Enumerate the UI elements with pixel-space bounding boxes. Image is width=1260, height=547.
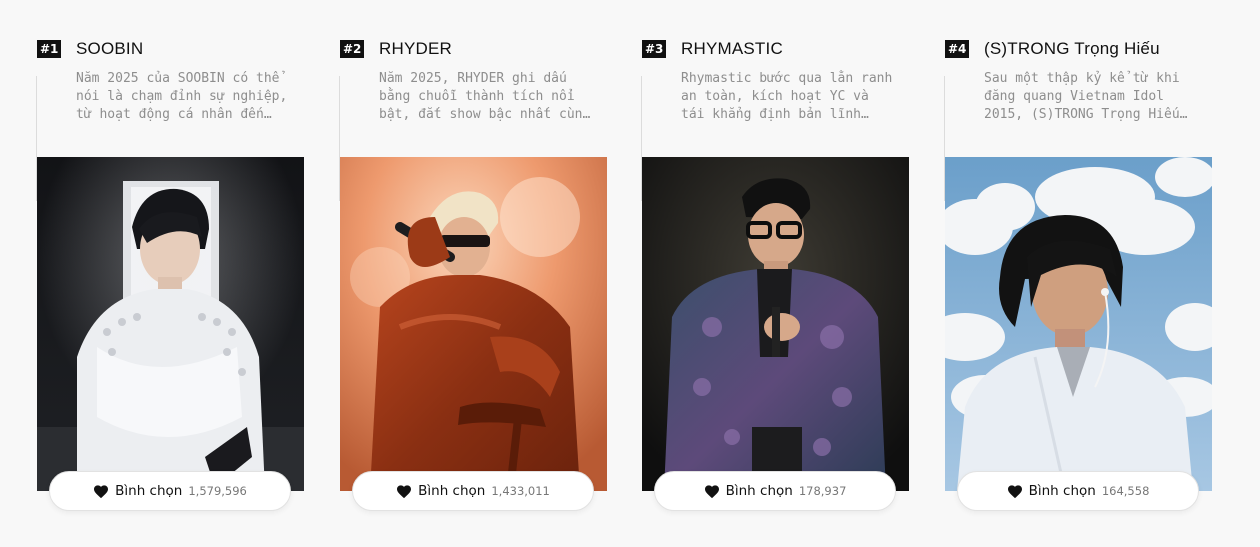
heart-icon [704, 484, 720, 499]
vote-label: Bình chọn [115, 483, 183, 499]
rank-badge: #2 [340, 40, 365, 58]
candidate-description: Sau một thập kỷ kể từ khi đăng quang Vie… [984, 71, 1180, 122]
vote-count: 1,579,596 [188, 484, 247, 498]
candidate-description: Năm 2025 của SOOBIN có thể nói là chạm đ… [76, 71, 288, 122]
candidate-photo[interactable] [37, 157, 304, 491]
vote-count: 164,558 [1101, 484, 1150, 498]
heart-icon [1007, 484, 1023, 499]
heart-icon [93, 484, 109, 499]
vote-button[interactable]: Bình chọn 164,558 [957, 471, 1199, 511]
heart-icon [396, 484, 412, 499]
candidate-name[interactable]: (S)TRONG Trọng Hiếu [984, 39, 1160, 59]
candidate-name[interactable]: RHYDER [379, 39, 452, 59]
candidate-photo[interactable] [642, 157, 909, 491]
candidate-name[interactable]: RHYMASTIC [681, 39, 783, 59]
candidate-photo[interactable] [945, 157, 1212, 491]
candidate-card-rhymastic: #3 RHYMASTIC Rhymastic bước qua lằn ranh… [641, 36, 909, 511]
rank-badge: #1 [37, 40, 62, 58]
candidate-card-soobin: #1 SOOBIN Năm 2025 của SOOBIN có thể nói… [36, 36, 304, 511]
vote-label: Bình chọn [1028, 483, 1096, 499]
vote-count: 1,433,011 [491, 484, 550, 498]
vote-label: Bình chọn [725, 483, 793, 499]
vote-count: 178,937 [798, 484, 847, 498]
vote-label: Bình chọn [418, 483, 486, 499]
candidate-description: Năm 2025, RHYDER ghi dấu bằng chuỗi thàn… [379, 71, 591, 122]
rank-badge: #3 [642, 40, 667, 58]
vote-button[interactable]: Bình chọn 1,579,596 [49, 471, 291, 511]
candidate-card-rhyder: #2 RHYDER Năm 2025, RHYDER ghi dấu bằng … [339, 36, 607, 511]
vote-button[interactable]: Bình chọn 178,937 [654, 471, 896, 511]
vote-button[interactable]: Bình chọn 1,433,011 [352, 471, 594, 511]
candidate-card-strong-trong-hieu: #4 (S)TRONG Trọng Hiếu Sau một thập kỷ k… [944, 36, 1212, 511]
candidate-description: Rhymastic bước qua lằn ranh an toàn, kíc… [681, 71, 893, 122]
rank-badge: #4 [945, 40, 970, 58]
candidate-photo[interactable] [340, 157, 607, 491]
candidate-name[interactable]: SOOBIN [76, 39, 143, 59]
